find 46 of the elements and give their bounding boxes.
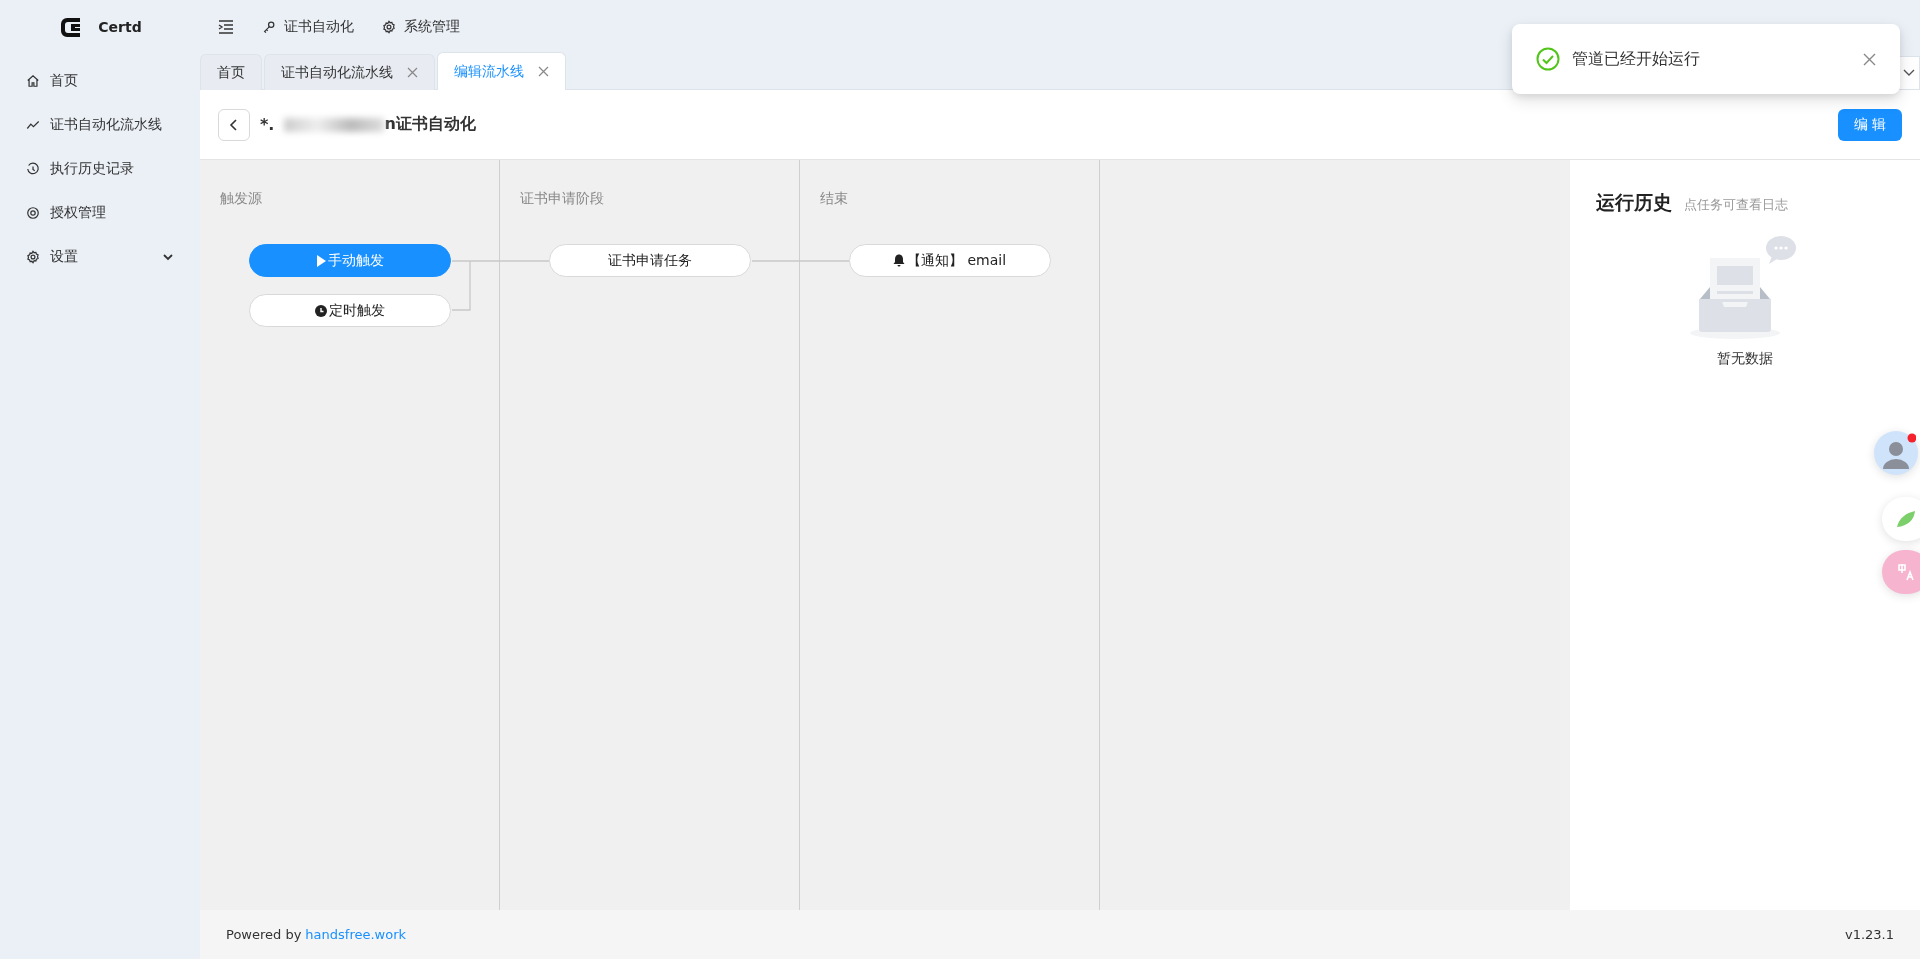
tab[interactable]: 首页 [200,54,262,90]
stage-title: 触发源 [220,190,262,208]
target-icon [26,206,40,220]
task-node[interactable]: 证书申请任务 [548,244,751,277]
header-menu-item[interactable]: 证书自动化 [262,18,354,36]
trend-icon [26,118,40,132]
sidebar-item[interactable]: 证书自动化流水线 [0,103,200,147]
leaf-icon [1896,510,1916,528]
sidebar-item[interactable]: 授权管理 [0,191,200,235]
page-title: n证书自动化 [384,114,476,135]
success-check-icon [1536,47,1560,71]
back-button[interactable] [218,108,250,141]
history-title: 运行历史 [1596,190,1672,215]
empty-text: 暂无数据 [1717,350,1773,368]
sidebar-item[interactable]: 执行历史记录 [0,147,200,191]
translate-icon [1897,563,1915,581]
close-icon [1863,52,1876,66]
footer-text: Powered by [226,927,302,942]
chevron-down-icon [1903,69,1915,77]
settings-icon [382,20,396,34]
toast-message: 管道已经开始运行 [1572,48,1701,70]
history-icon [26,162,40,176]
header-menu-item[interactable]: 系统管理 [382,18,460,36]
task-node[interactable]: 定时触发 [248,294,451,327]
history-hint: 点任务可查看日志 [1684,196,1788,214]
close-icon[interactable] [407,67,418,78]
version-text: v1.23.1 [1844,927,1894,942]
home-icon [26,74,40,88]
key-icon [262,20,276,34]
bell-icon [892,254,905,267]
menu-icon[interactable] [218,20,234,34]
brand-name: Certd [98,19,142,35]
stage-title: 证书申请阶段 [520,190,604,208]
chevron-left-icon [229,118,239,131]
page-title-prefix: *. [260,115,275,134]
clock-icon [314,304,327,317]
sidebar-item[interactable]: 设置 [0,235,200,279]
sidebar-item[interactable]: 首页 [0,59,200,103]
play-icon [315,254,326,267]
tab-dropdown-button[interactable] [1898,56,1920,90]
tab[interactable]: 证书自动化流水线 [264,54,435,90]
stage-title: 结束 [820,190,848,208]
task-node[interactable]: 【通知】 email [848,244,1051,277]
close-icon[interactable] [538,66,549,77]
settings-icon [26,250,40,264]
close-button[interactable] [1863,52,1876,66]
